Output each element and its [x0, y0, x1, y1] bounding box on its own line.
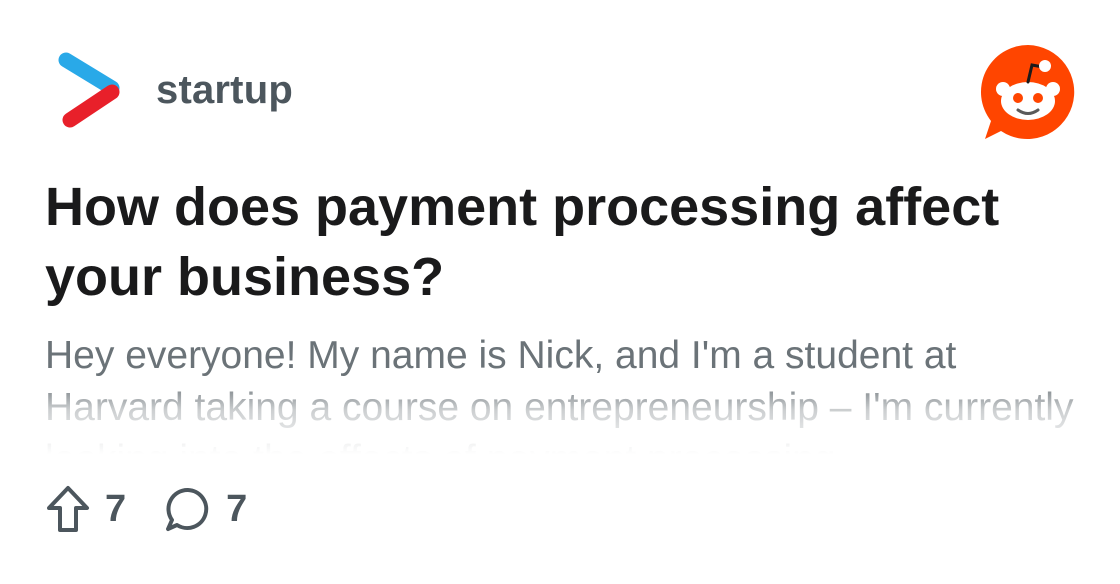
upvote-count: 7: [105, 487, 127, 530]
comment-count: 7: [226, 487, 248, 530]
comment-bubble-icon[interactable]: [164, 485, 212, 533]
post-stats: 7 7: [45, 484, 247, 534]
startup-chevron-logo-icon[interactable]: [56, 50, 124, 130]
comment-stat[interactable]: 7: [164, 485, 247, 533]
upvote-stat[interactable]: 7: [45, 484, 126, 534]
post-header: startup: [56, 50, 293, 130]
community-name[interactable]: startup: [156, 68, 293, 113]
post-body-preview: Hey everyone! My name is Nick, and I'm a…: [45, 334, 1074, 454]
upvote-arrow-icon[interactable]: [45, 484, 91, 534]
post-title[interactable]: How does payment processing affect your …: [45, 172, 1085, 312]
